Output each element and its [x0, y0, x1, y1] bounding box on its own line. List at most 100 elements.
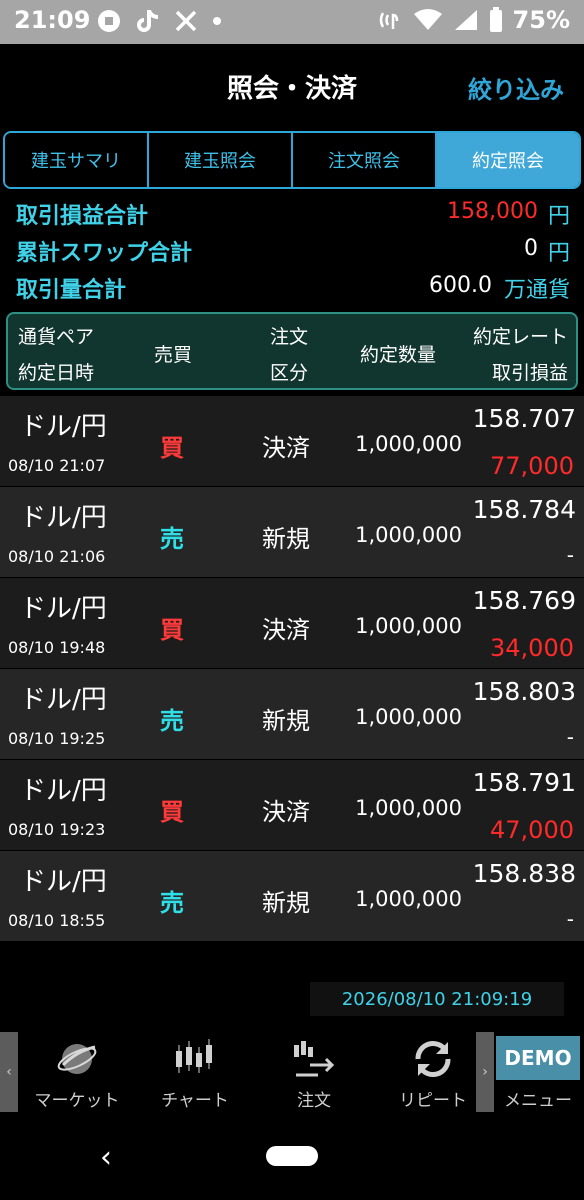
system-nav: ‹: [0, 1112, 584, 1200]
battery-icon: [489, 7, 502, 32]
row-pair: ドル/円: [20, 867, 107, 897]
nav-chart-label: チャート: [161, 1091, 229, 1111]
summary-swap-row: 累計スワップ合計 0 円: [0, 233, 584, 270]
signal-icon: [454, 10, 477, 30]
col-order-type-1: 注文: [270, 326, 309, 348]
row-datetime: 08/10 19:23: [8, 820, 106, 839]
summary-volume-row: 取引量合計 600.0 万通貨: [0, 270, 584, 307]
table-row[interactable]: ドル/円 08/10 18:55 売 新規 1,000,000 158.838 …: [0, 851, 584, 942]
row-quantity: 1,000,000: [355, 887, 462, 911]
back-button[interactable]: ‹: [100, 1140, 112, 1175]
execution-list: ドル/円 08/10 21:07 買 決済 1,000,000 158.707 …: [0, 396, 584, 942]
row-side: 売: [160, 525, 184, 553]
tab-bar: 建玉サマリ 建玉照会 注文照会 約定照会: [3, 131, 581, 189]
row-pair: ドル/円: [20, 776, 107, 806]
table-header: 通貨ペア 約定日時 売買 注文 区分 約定数量 約定レート 取引損益: [6, 312, 578, 390]
col-pair: 通貨ペア: [18, 326, 95, 348]
row-rate: 158.707: [472, 404, 576, 433]
row-side: 買: [160, 616, 184, 644]
repeat-icon: [410, 1036, 456, 1082]
nav-repeat-label: リピート: [399, 1091, 467, 1111]
nav-order-label: 注文: [297, 1091, 331, 1111]
candlestick-icon: [173, 1036, 217, 1082]
row-order-type: 新規: [262, 707, 310, 735]
bottom-nav: ‹ マーケット チャート 注文 リピート › DEMO メニュー: [0, 1032, 584, 1112]
notification-app-icon: [98, 10, 120, 32]
row-pair: ドル/円: [20, 503, 107, 533]
table-row[interactable]: ドル/円 08/10 19:48 買 決済 1,000,000 158.769 …: [0, 578, 584, 669]
row-order-type: 決済: [262, 798, 310, 826]
summary-swap-label: 累計スワップ合計: [16, 241, 193, 266]
x-icon: [175, 10, 197, 32]
row-quantity: 1,000,000: [355, 796, 462, 820]
row-rate: 158.791: [472, 768, 576, 797]
col-quantity: 約定数量: [360, 344, 437, 366]
battery-percent: 75%: [512, 6, 570, 34]
app-header: 照会・決済 絞り込み: [0, 44, 584, 124]
row-pl: -: [566, 543, 574, 567]
row-datetime: 08/10 21:06: [8, 547, 106, 566]
order-icon: [292, 1036, 336, 1082]
row-quantity: 1,000,000: [355, 614, 462, 638]
col-pl: 取引損益: [491, 362, 568, 384]
tab-position-summary[interactable]: 建玉サマリ: [5, 133, 149, 187]
summary-pl-row: 取引損益合計 158,000 円: [0, 196, 584, 233]
status-bar: 21:09 75%: [0, 0, 584, 44]
row-pair: ドル/円: [20, 594, 107, 624]
status-left-icons: [96, 8, 222, 34]
row-quantity: 1,000,000: [355, 523, 462, 547]
filter-button[interactable]: 絞り込み: [468, 70, 564, 105]
tab-position-inquiry[interactable]: 建玉照会: [149, 133, 293, 187]
nav-order[interactable]: 注文: [259, 1032, 369, 1112]
summary-volume-value: 600.0: [429, 273, 492, 298]
row-pair: ドル/円: [20, 685, 107, 715]
summary-panel: 取引損益合計 158,000 円 累計スワップ合計 0 円 取引量合計 600.…: [0, 196, 584, 307]
tab-order-inquiry[interactable]: 注文照会: [293, 133, 437, 187]
summary-pl-value: 158,000: [447, 199, 538, 224]
row-side: 買: [160, 798, 184, 826]
summary-volume-unit: 万通貨: [503, 278, 570, 303]
row-side: 買: [160, 434, 184, 462]
nfc-icon: [379, 12, 398, 29]
tab-execution-inquiry[interactable]: 約定照会: [437, 133, 579, 187]
row-pair: ドル/円: [20, 412, 107, 442]
row-pl: -: [566, 725, 574, 749]
table-row[interactable]: ドル/円 08/10 21:07 買 決済 1,000,000 158.707 …: [0, 396, 584, 487]
nav-scroll-right[interactable]: ›: [476, 1032, 494, 1112]
row-order-type: 決済: [262, 616, 310, 644]
summary-pl-unit: 円: [547, 204, 570, 229]
nav-repeat[interactable]: リピート: [378, 1032, 488, 1112]
row-quantity: 1,000,000: [355, 705, 462, 729]
summary-pl-label: 取引損益合計: [16, 204, 149, 229]
nav-menu-label[interactable]: メニュー: [496, 1086, 580, 1111]
table-row[interactable]: ドル/円 08/10 19:25 売 新規 1,000,000 158.803 …: [0, 669, 584, 760]
row-order-type: 新規: [262, 525, 310, 553]
update-timestamp: 2026/08/10 21:09:19: [310, 982, 564, 1016]
row-pl: -: [566, 907, 574, 931]
row-side: 売: [160, 889, 184, 917]
nav-market[interactable]: マーケット: [22, 1032, 132, 1112]
row-datetime: 08/10 19:25: [8, 729, 106, 748]
tiktok-icon: [137, 10, 159, 32]
row-quantity: 1,000,000: [355, 432, 462, 456]
row-order-type: 新規: [262, 889, 310, 917]
row-rate: 158.803: [472, 677, 576, 706]
nav-scroll-left[interactable]: ‹: [0, 1032, 18, 1112]
row-datetime: 08/10 19:48: [8, 638, 106, 657]
col-datetime: 約定日時: [18, 362, 95, 384]
table-row[interactable]: ドル/円 08/10 19:23 買 決済 1,000,000 158.791 …: [0, 760, 584, 851]
summary-swap-value: 0: [524, 236, 538, 261]
row-pl: 47,000: [490, 816, 574, 844]
row-rate: 158.769: [472, 586, 576, 615]
nav-market-label: マーケット: [34, 1091, 120, 1111]
row-rate: 158.838: [472, 859, 576, 888]
nav-chart[interactable]: チャート: [140, 1032, 250, 1112]
row-pl: 34,000: [490, 634, 574, 662]
demo-badge[interactable]: DEMO: [496, 1036, 580, 1080]
home-button[interactable]: [266, 1146, 318, 1166]
summary-swap-unit: 円: [547, 241, 570, 266]
globe-icon: [55, 1036, 99, 1082]
row-datetime: 08/10 21:07: [8, 456, 106, 475]
row-rate: 158.784: [472, 495, 576, 524]
table-row[interactable]: ドル/円 08/10 21:06 売 新規 1,000,000 158.784 …: [0, 487, 584, 578]
